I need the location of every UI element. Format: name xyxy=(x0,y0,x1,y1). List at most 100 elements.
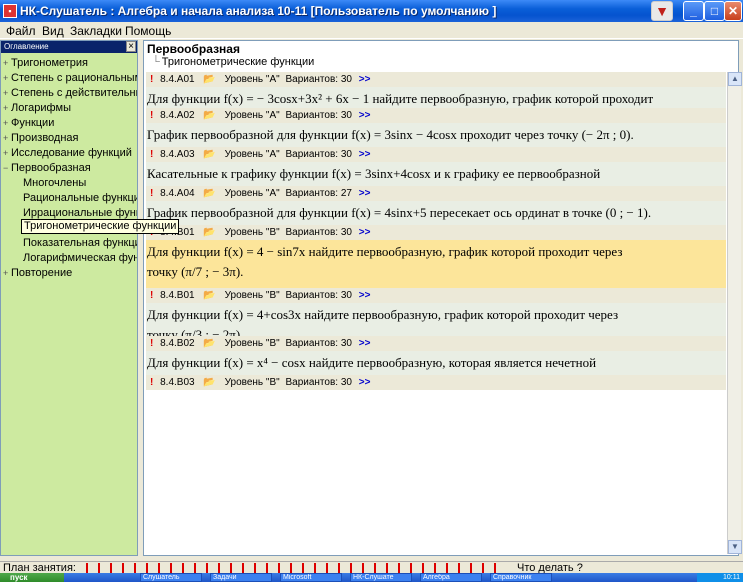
sidebar-item[interactable]: + Исследование функций xyxy=(1,146,137,161)
window-title: НК-Слушатель : Алгебра и начала анализа … xyxy=(20,4,497,18)
close-button[interactable]: ✕ xyxy=(724,1,742,21)
problem-level: Уровень "В" xyxy=(224,290,283,301)
more-button[interactable]: >> xyxy=(359,377,371,388)
sidebar-item-label: Логарифмы xyxy=(11,102,72,114)
sidebar-item-label: Тригонометрия xyxy=(11,57,89,69)
expand-icon[interactable]: + xyxy=(3,266,11,281)
sidebar-item-label: Степень с действительным показателем xyxy=(11,87,137,99)
problem-level: Уровень "А" xyxy=(224,188,283,199)
more-button[interactable]: >> xyxy=(359,290,371,301)
maximize-button[interactable]: □ xyxy=(704,1,725,21)
sidebar-item-label: Логарифмическая функция xyxy=(23,252,137,264)
scroll-down-icon[interactable]: ▼ xyxy=(728,540,742,554)
folder-icon[interactable]: 📂 xyxy=(203,227,218,238)
menu-file[interactable]: Файл xyxy=(6,24,36,38)
problem-variants: Вариантов: 30 xyxy=(285,377,355,388)
taskbar-item[interactable]: НК-Слушате xyxy=(350,573,412,582)
sidebar-item[interactable]: + Повторение xyxy=(1,266,137,281)
problem-header[interactable]: ! 8.4.А04 📂 Уровень "А" Вариантов: 27 >> xyxy=(146,186,726,201)
expand-icon[interactable]: + xyxy=(3,116,11,131)
problem-text[interactable]: График первообразной для функции f(x) = … xyxy=(146,123,726,162)
sidebar-item[interactable]: +Степень с действительным показателем xyxy=(1,86,137,101)
problem-text[interactable]: Для функции f(x) = 4 − sin7x найдите пер… xyxy=(146,240,726,288)
sidebar-item[interactable]: + Тригонометрия xyxy=(1,56,137,71)
taskbar-item[interactable]: Справочник xyxy=(490,573,552,582)
problem-text[interactable]: Для функции f(x) = − 3cosx+3x² + 6x − 1 … xyxy=(146,87,726,126)
taskbar-item[interactable]: Microsoft xyxy=(280,573,342,582)
title-bar[interactable]: ▪ НК-Слушатель : Алгебра и начала анализ… xyxy=(0,0,743,22)
sidebar-item-label: Степень с рациональным показателем xyxy=(11,72,137,84)
problem-text[interactable]: Касательные к графику функции f(x) = 3si… xyxy=(146,162,726,201)
plan-markers[interactable] xyxy=(86,563,506,573)
problem-header[interactable]: ! 8.4.В02 📂 Уровень "В" Вариантов: 30 >> xyxy=(146,336,726,351)
sidebar-item[interactable]: Логарифмическая функция xyxy=(1,251,137,266)
problem-header[interactable]: ! 8.4.А01 📂 Уровень "А" Вариантов: 30 >> xyxy=(146,72,726,87)
start-button[interactable]: пуск xyxy=(0,573,64,582)
expand-icon[interactable]: + xyxy=(3,131,11,146)
sidebar-item-label: Иррациональные функции xyxy=(23,207,137,219)
more-button[interactable]: >> xyxy=(359,227,371,238)
problem-header[interactable]: ! 8.4.А03 📂 Уровень "А" Вариантов: 30 >> xyxy=(146,147,726,162)
folder-icon[interactable]: 📂 xyxy=(203,377,218,388)
minimize-button[interactable]: _ xyxy=(683,1,704,21)
problem-variants: Вариантов: 27 xyxy=(285,188,355,199)
taskbar-item[interactable]: Алгебра xyxy=(420,573,482,582)
taskbar-item[interactable]: Слушатель xyxy=(140,573,202,582)
close-icon[interactable]: × xyxy=(126,41,136,52)
problem-header[interactable]: ! 8.4.В01 📂 Уровень "В" Вариантов: 30 >> xyxy=(146,225,726,240)
problem-text[interactable]: Для функции f(x) = x⁴ − cosx найдите пер… xyxy=(146,351,726,390)
problem-text-line: Для функции f(x) = 4 − sin7x найдите пер… xyxy=(147,244,623,259)
status-bar: План занятия: Что делать ? xyxy=(0,561,743,574)
problem-level: Уровень "В" xyxy=(224,227,283,238)
sidebar-item[interactable]: +Степень с рациональным показателем xyxy=(1,71,137,86)
problem-code: 8.4.В03 xyxy=(160,377,198,388)
sidebar-item[interactable]: + Логарифмы xyxy=(1,101,137,116)
scroll-up-icon[interactable]: ▲ xyxy=(728,72,742,86)
folder-icon[interactable]: 📂 xyxy=(203,338,218,349)
folder-icon[interactable]: 📂 xyxy=(203,149,218,160)
taskbar-item[interactable]: Задачи xyxy=(210,573,272,582)
sidebar-item[interactable]: Показательная функция xyxy=(1,236,137,251)
sidebar-item[interactable]: Многочлены xyxy=(1,176,137,191)
problem-list: ! 8.4.А01 📂 Уровень "А" Вариантов: 30 >>… xyxy=(146,72,728,556)
problem-header[interactable]: ! 8.4.В01 📂 Уровень "В" Вариантов: 30 >> xyxy=(146,288,726,303)
sidebar-item[interactable]: Рациональные функции xyxy=(1,191,137,206)
tooltip: Тригонометрические функции xyxy=(21,219,180,234)
expand-icon[interactable]: + xyxy=(3,101,11,116)
problem-header[interactable]: ! 8.4.А02 📂 Уровень "А" Вариантов: 30 >> xyxy=(146,108,726,123)
expand-icon[interactable]: + xyxy=(3,146,11,161)
menu-view[interactable]: Вид xyxy=(42,24,64,38)
more-button[interactable]: >> xyxy=(359,338,371,349)
more-button[interactable]: >> xyxy=(359,149,371,160)
sidebar-item[interactable]: + Функции xyxy=(1,116,137,131)
problem-text[interactable]: График первообразной для функции f(x) = … xyxy=(146,201,726,240)
collapse-icon[interactable]: − xyxy=(3,161,11,176)
problem-code: 8.4.А04 xyxy=(160,188,198,199)
folder-icon[interactable]: 📂 xyxy=(203,110,218,121)
problem-level: Уровень "В" xyxy=(224,377,283,388)
folder-icon[interactable]: 📂 xyxy=(203,290,218,301)
problem-variants: Вариантов: 30 xyxy=(285,290,355,301)
problem-variants: Вариантов: 30 xyxy=(285,74,355,85)
sidebar-item[interactable]: + Производная xyxy=(1,131,137,146)
vertical-scrollbar[interactable]: ▲ ▼ xyxy=(727,72,742,554)
menu-bookmarks[interactable]: Закладки xyxy=(70,24,122,38)
menu-help[interactable]: Помощь xyxy=(125,24,171,38)
expand-icon[interactable]: + xyxy=(3,71,11,86)
special-arrow-button[interactable]: ▼ xyxy=(651,1,673,21)
folder-icon[interactable]: 📂 xyxy=(203,188,218,199)
problem-code: 8.4.А02 xyxy=(160,110,198,121)
expand-icon[interactable]: + xyxy=(3,86,11,101)
problem-code: 8.4.А03 xyxy=(160,149,198,160)
folder-icon[interactable]: 📂 xyxy=(203,74,218,85)
sidebar-item[interactable]: − Первообразная xyxy=(1,161,137,176)
problem-text[interactable]: Для функции f(x) = 4+cos3x найдите перво… xyxy=(146,303,726,342)
more-button[interactable]: >> xyxy=(359,188,371,199)
more-button[interactable]: >> xyxy=(359,110,371,121)
problem-header[interactable]: ! 8.4.В03 📂 Уровень "В" Вариантов: 30 >> xyxy=(146,375,726,390)
more-button[interactable]: >> xyxy=(359,74,371,85)
problem-code: 8.4.В02 xyxy=(160,338,198,349)
problem-text-line: Касательные к графику функции f(x) = 3si… xyxy=(147,166,601,181)
expand-icon[interactable]: + xyxy=(3,56,11,71)
menu-bar: Файл Вид Закладки Помощь xyxy=(0,22,743,39)
